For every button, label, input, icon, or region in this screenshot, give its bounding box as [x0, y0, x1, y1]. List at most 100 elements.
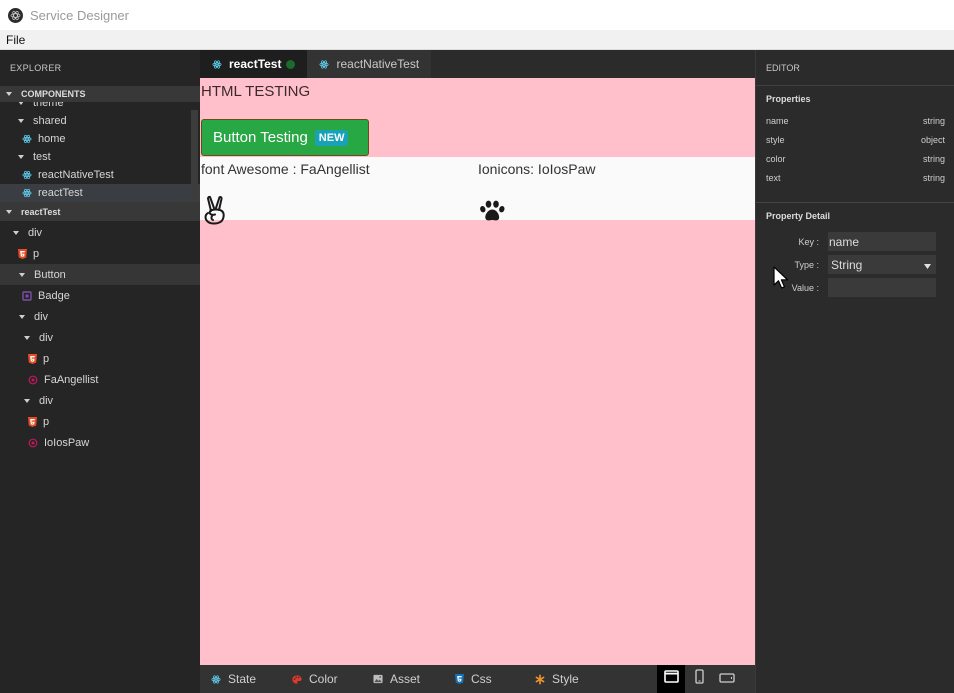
canvas-heading[interactable]: HTML TESTING — [201, 83, 310, 100]
tablet-view-button[interactable] — [713, 665, 741, 693]
tab-reactnativetest[interactable]: reactNativeTest — [307, 50, 432, 78]
tree-node-faangellist[interactable]: FaAngellist — [0, 369, 200, 390]
modified-indicator — [286, 59, 296, 69]
tree-item-label: div — [34, 310, 49, 323]
property-type: string — [922, 172, 945, 183]
component-item-home[interactable]: home — [0, 130, 200, 148]
property-row-text[interactable]: text string — [756, 168, 954, 187]
type-select-value: String — [831, 257, 863, 272]
tree-node-div[interactable]: div — [0, 327, 200, 348]
tab-bar: reactTest reactNativeTest — [200, 50, 755, 78]
components-tree: theme shared home test reactNativeTest r… — [0, 102, 200, 202]
property-row-name[interactable]: name string — [756, 111, 954, 130]
fa-label: font Awesome : FaAngellist — [201, 161, 370, 177]
tree-item-label: div — [39, 394, 54, 407]
button-testing[interactable]: Button Testing NEW — [201, 119, 369, 156]
css-button[interactable]: Css — [454, 672, 524, 686]
property-row-style[interactable]: style object — [756, 130, 954, 149]
menu-file[interactable]: File — [6, 33, 25, 47]
tree-item-label: reactNativeTest — [38, 169, 114, 181]
tree-item-label: shared — [33, 115, 67, 127]
asset-button[interactable]: Asset — [373, 672, 443, 686]
badge-new: NEW — [314, 129, 349, 146]
react-icon — [22, 134, 32, 144]
tab-reacttest[interactable]: reactTest — [200, 50, 308, 78]
explorer-header: EXPLORER — [10, 63, 62, 73]
mobile-view-button[interactable] — [685, 665, 713, 693]
react-icon — [212, 59, 222, 69]
tree-item-label: home — [38, 133, 66, 145]
preview-canvas[interactable]: HTML TESTING Button Testing NEW font Awe… — [200, 78, 755, 665]
chevron-down-icon — [6, 92, 12, 96]
component-folder-theme[interactable]: theme — [0, 102, 200, 112]
tree-item-label: div — [39, 331, 54, 344]
explorer-panel: EXPLORER COMPONENTS theme shared home te… — [0, 50, 200, 693]
property-type: string — [922, 153, 945, 164]
type-select[interactable]: String — [828, 255, 936, 274]
key-input[interactable]: name — [828, 232, 936, 251]
editor-header: EDITOR — [756, 50, 954, 86]
tree-item-label: IoIosPaw — [44, 436, 90, 449]
mouse-cursor-icon — [773, 266, 789, 295]
component-item-reacttest[interactable]: reactTest — [0, 184, 200, 202]
html5-icon — [17, 248, 27, 259]
css3-icon — [454, 674, 464, 684]
app-logo-icon — [8, 7, 23, 23]
icon-component-icon — [28, 375, 38, 385]
tab-label: reactTest — [229, 57, 282, 71]
style-button[interactable]: Style — [535, 672, 605, 686]
properties-title: Properties — [766, 94, 811, 104]
tree-header-label: reactTest — [21, 206, 61, 217]
tree-node-p[interactable]: p — [0, 411, 200, 432]
tree-node-div[interactable]: div — [0, 306, 200, 327]
tree-node-badge[interactable]: Badge — [0, 285, 200, 306]
component-folder-shared[interactable]: shared — [0, 112, 200, 130]
property-name: color — [766, 153, 786, 164]
value-input[interactable] — [828, 278, 936, 297]
desktop-view-button[interactable] — [657, 665, 685, 693]
tree-node-div[interactable]: div — [0, 222, 200, 243]
react-icon — [211, 674, 221, 684]
react-icon — [22, 188, 32, 198]
tree-item-label: p — [33, 247, 40, 260]
desktop-icon — [663, 670, 679, 688]
chevron-down-icon — [24, 398, 30, 403]
tree-node-p[interactable]: p — [0, 348, 200, 369]
io-label: Ionicons: IoIosPaw — [478, 161, 596, 177]
component-folder-test[interactable]: test — [0, 148, 200, 166]
tree-item-label: Button — [34, 268, 66, 281]
style-label: Style — [552, 672, 579, 686]
tree-item-label: theme — [33, 102, 64, 109]
components-section-header[interactable]: COMPONENTS — [0, 86, 200, 102]
chevron-down-icon — [19, 272, 25, 277]
color-button[interactable]: Color — [292, 672, 362, 686]
tree-item-label: reactTest — [38, 187, 83, 199]
chevron-down-icon — [18, 102, 24, 105]
key-row: Key : name — [756, 230, 954, 253]
tree-node-p[interactable]: p — [0, 243, 200, 264]
chevron-down-icon — [18, 119, 24, 123]
components-scrollbar[interactable] — [191, 110, 198, 202]
tree-node-button[interactable]: Button — [0, 264, 200, 285]
tree-node-ioiospaw[interactable]: IoIosPaw — [0, 432, 200, 453]
editor-panel: EDITOR Properties name string style obje… — [755, 50, 954, 693]
asset-label: Asset — [390, 672, 421, 686]
tree-item-label: Badge — [38, 289, 70, 302]
components-header-label: COMPONENTS — [21, 89, 86, 99]
component-item-reactnativetest[interactable]: reactNativeTest — [0, 166, 200, 184]
angellist-icon[interactable] — [203, 195, 227, 230]
property-type: object — [920, 134, 945, 145]
property-row-color[interactable]: color string — [756, 149, 954, 168]
tree-node-div[interactable]: div — [0, 390, 200, 411]
tree-item-label: div — [28, 226, 43, 239]
state-button[interactable]: State — [211, 672, 281, 686]
paw-icon[interactable] — [479, 200, 506, 227]
chevron-down-icon — [19, 314, 25, 319]
reacttest-section-header[interactable]: reactTest — [0, 202, 200, 221]
title-bar: Service Designer — [0, 0, 954, 30]
tree-item-label: test — [33, 151, 51, 163]
app-title: Service Designer — [30, 7, 129, 23]
icons-row[interactable]: font Awesome : FaAngellist Ionicons: IoI… — [200, 157, 755, 225]
html5-icon — [27, 416, 37, 427]
icon-component-icon — [28, 438, 38, 448]
